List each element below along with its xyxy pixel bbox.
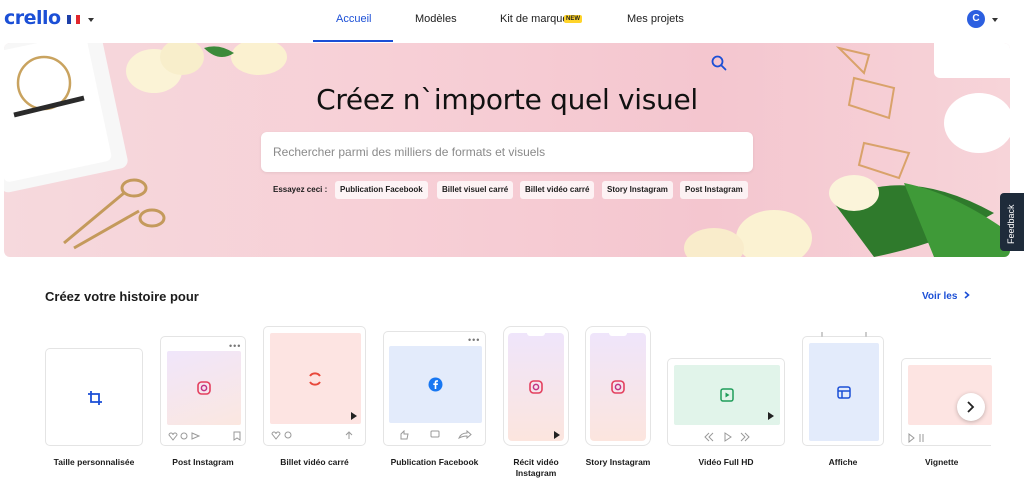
poster-icon: [837, 386, 851, 399]
format-card-publication-facebook[interactable]: •••: [383, 331, 486, 446]
feedback-tab[interactable]: Feedback: [1000, 193, 1024, 251]
format-label: Story Instagram: [585, 457, 651, 467]
play-icon: [554, 431, 560, 439]
poster-pin: [821, 332, 823, 337]
format-card-video-full-hd[interactable]: [667, 358, 785, 446]
try-label: Essayez ceci :: [273, 185, 328, 194]
play-icon: [351, 412, 357, 420]
nav-accueil[interactable]: Accueil: [336, 13, 371, 25]
crello-logo[interactable]: crello: [4, 7, 61, 29]
video-play-icon: [720, 388, 734, 402]
more-dots-icon[interactable]: •••: [468, 335, 480, 345]
post-actions-icon: [400, 430, 472, 440]
format-card-story-instagram[interactable]: [585, 326, 651, 446]
format-label: Post Instagram: [172, 457, 234, 467]
format-card-affiche[interactable]: [802, 332, 884, 446]
suggestion-chip[interactable]: Post Instagram: [680, 181, 748, 199]
phone-notch: [527, 333, 545, 336]
facebook-icon: [428, 377, 443, 392]
crop-icon: [88, 391, 102, 405]
nav-mes-projets[interactable]: Mes projets: [627, 13, 684, 25]
nav-active-indicator: [313, 40, 393, 42]
post-actions-icon: [168, 431, 241, 441]
suggestion-chip[interactable]: Story Instagram: [602, 181, 673, 199]
poster-pin: [865, 332, 867, 337]
account-chevron-down-icon[interactable]: [992, 18, 998, 22]
video-loop-icon: [309, 372, 321, 386]
see-all-label: Voir les: [922, 291, 958, 302]
new-badge: NEW: [564, 15, 582, 23]
format-card-post-instagram[interactable]: •••: [160, 336, 246, 446]
hero-title: Créez n`importe quel visuel: [316, 83, 698, 116]
play-icon: [768, 412, 774, 420]
nav-modeles[interactable]: Modèles: [415, 13, 457, 25]
section-title: Créez votre histoire pour: [45, 289, 199, 304]
search-box: [261, 132, 753, 172]
flag-fr-icon[interactable]: [67, 15, 80, 24]
chevron-right-icon: [964, 291, 970, 299]
instagram-icon: [529, 380, 543, 394]
format-card-billet-video-carre[interactable]: [263, 326, 366, 446]
feedback-label: Feedback: [1006, 204, 1016, 244]
format-label: Vidéo Full HD: [698, 457, 754, 467]
format-label: Récit vidéo Instagram: [513, 457, 559, 478]
player-controls-icon: [704, 432, 750, 442]
format-label: Billet vidéo carré: [280, 457, 349, 467]
instagram-icon: [611, 380, 625, 394]
format-label: Taille personnalisée: [53, 457, 135, 467]
format-card-recit-video-instagram[interactable]: [503, 326, 569, 446]
phone-notch: [609, 333, 627, 336]
nav-kit-de-marque[interactable]: Kit de marque: [500, 13, 568, 25]
carousel-next-button[interactable]: [957, 393, 985, 421]
see-all-link[interactable]: Voir les: [922, 291, 970, 302]
post-actions-icon: [271, 431, 353, 440]
hero-banner: Créez n`importe quel visuel Essayez ceci…: [4, 43, 1010, 257]
format-card-custom-size[interactable]: [45, 348, 143, 446]
suggestion-chip[interactable]: Billet visuel carré: [437, 181, 514, 199]
suggestion-chip[interactable]: Billet vidéo carré: [520, 181, 595, 199]
chevron-right-icon: [967, 401, 975, 413]
format-label: Vignette: [925, 457, 959, 467]
language-chevron-down-icon[interactable]: [88, 18, 94, 22]
avatar[interactable]: C: [967, 10, 985, 28]
suggestion-chip[interactable]: Publication Facebook: [335, 181, 428, 199]
top-header: crello Accueil Modèles Kit de marque NEW…: [0, 0, 1024, 42]
instagram-icon: [197, 381, 211, 395]
search-input[interactable]: [273, 132, 693, 172]
search-icon[interactable]: [711, 55, 727, 71]
more-dots-icon[interactable]: •••: [229, 341, 241, 351]
format-label: Affiche: [828, 457, 858, 467]
format-label: Publication Facebook: [390, 457, 479, 467]
player-controls-icon: [908, 433, 924, 443]
